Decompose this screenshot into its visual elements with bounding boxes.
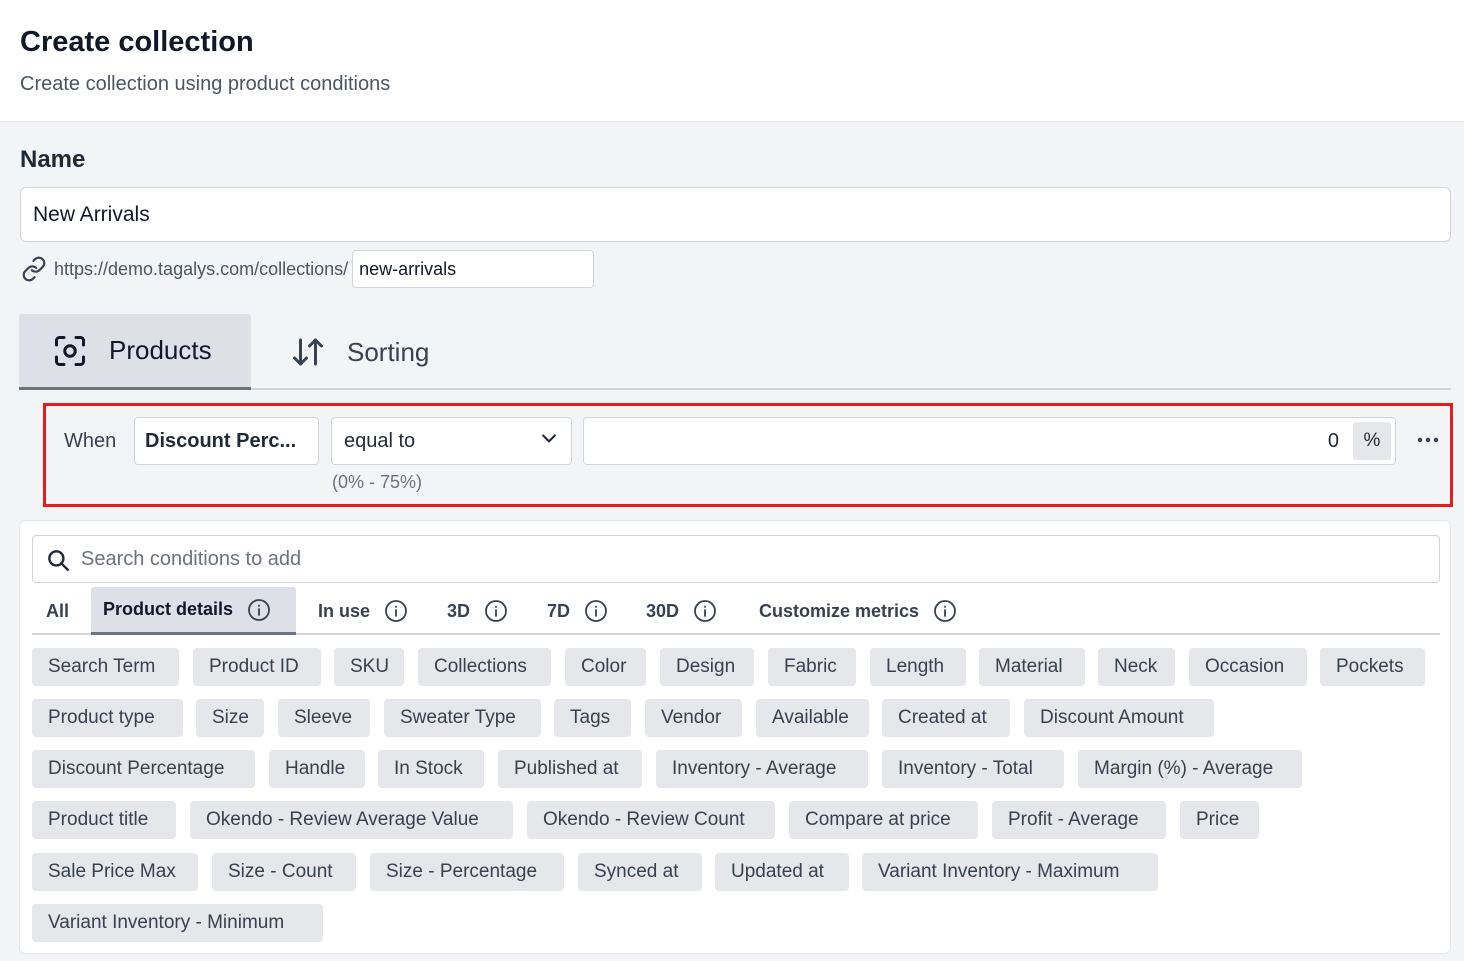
condition-chip[interactable]: Synced at [578, 853, 702, 891]
search-box [32, 535, 1440, 583]
condition-chip[interactable]: Variant Inventory - Maximum [862, 853, 1158, 891]
tab-products[interactable]: Products [19, 314, 251, 390]
condition-chip[interactable]: Margin (%) - Average [1078, 750, 1302, 788]
condition-chip[interactable]: Inventory - Total [882, 750, 1064, 788]
operator-value: equal to [344, 429, 416, 452]
condition-chip[interactable]: Okendo - Review Average Value [190, 801, 513, 839]
filter-tab-label: 3D [447, 600, 471, 621]
info-icon[interactable] [484, 599, 508, 623]
info-icon[interactable] [384, 599, 408, 623]
condition-chip[interactable]: Created at [882, 699, 1010, 737]
condition-chip[interactable]: Product title [32, 801, 176, 839]
info-icon[interactable] [933, 599, 957, 623]
info-icon[interactable] [693, 599, 717, 623]
filter-tab-label: Product details [103, 599, 234, 619]
condition-chip[interactable]: Size - Count [212, 853, 356, 891]
condition-chip[interactable]: Available [756, 699, 869, 737]
page-subtitle: Create collection using product conditio… [20, 73, 391, 95]
filter-tab-30d[interactable]: 30D [646, 587, 717, 635]
condition-chip[interactable]: Design [660, 648, 754, 686]
filter-tabs: All Product details In use 3D 7D 30D Cus… [32, 587, 1440, 635]
main-tabs: Products Sorting [19, 314, 1451, 390]
condition-chip[interactable]: Size - Percentage [370, 853, 564, 891]
info-icon[interactable] [584, 599, 608, 623]
condition-chip[interactable]: Okendo - Review Count [527, 801, 775, 839]
condition-chip[interactable]: In Stock [378, 750, 484, 788]
tab-products-label: Products [109, 335, 212, 365]
condition-chip[interactable]: Length [870, 648, 966, 686]
filter-tab-label: All [46, 600, 70, 621]
condition-chip[interactable]: Price [1180, 801, 1259, 839]
condition-chip[interactable]: Pockets [1320, 648, 1425, 686]
condition-chip[interactable]: Product type [32, 699, 183, 737]
condition-chip[interactable]: Handle [269, 750, 365, 788]
filter-tab-7d[interactable]: 7D [547, 587, 608, 635]
condition-chip[interactable]: Compare at price [789, 801, 978, 839]
filter-tab-label: In use [318, 600, 371, 621]
conditions-panel: All Product details In use 3D 7D 30D Cus… [19, 520, 1451, 954]
info-icon[interactable] [247, 598, 271, 622]
filter-tab-label: 30D [646, 600, 680, 621]
unit-badge: % [1353, 422, 1391, 460]
filter-tab-in-use[interactable]: In use [318, 587, 408, 635]
search-icon [45, 547, 71, 573]
url-row: https://demo.tagalys.com/collections/ [20, 250, 595, 288]
condition-chip[interactable]: Inventory - Average [656, 750, 868, 788]
condition-chip[interactable]: Product ID [193, 648, 321, 686]
condition-chip[interactable]: Color [565, 648, 646, 686]
search-input[interactable] [81, 536, 1421, 582]
sort-arrows-icon [289, 333, 327, 371]
condition-value-input[interactable]: 0 % [583, 417, 1396, 465]
condition-chip[interactable]: Search Term [32, 648, 179, 686]
link-icon [20, 255, 48, 283]
filter-tab-3d[interactable]: 3D [447, 587, 508, 635]
condition-chip[interactable]: Profit - Average [992, 801, 1166, 839]
when-label: When [64, 430, 117, 452]
name-label: Name [20, 146, 86, 173]
condition-chip[interactable]: Fabric [768, 648, 856, 686]
condition-chip[interactable]: Variant Inventory - Minimum [32, 904, 323, 942]
condition-chip[interactable]: Tags [554, 699, 631, 737]
condition-chip[interactable]: Neck [1098, 648, 1175, 686]
condition-chip[interactable]: Collections [418, 648, 551, 686]
url-prefix: https://demo.tagalys.com/collections/ [54, 258, 349, 279]
name-input[interactable] [20, 187, 1451, 242]
filter-tab-customize-metrics[interactable]: Customize metrics [759, 587, 957, 635]
page-title: Create collection [20, 26, 254, 58]
condition-chip[interactable]: Discount Percentage [32, 750, 255, 788]
more-options-icon[interactable] [1414, 428, 1442, 452]
filter-tab-all[interactable]: All [46, 587, 69, 635]
slug-input[interactable] [352, 250, 595, 288]
condition-chip[interactable]: Published at [498, 750, 642, 788]
tab-sorting-label: Sorting [347, 336, 430, 367]
filter-tab-product-details[interactable]: Product details [91, 587, 296, 635]
operator-select[interactable]: equal to [331, 417, 572, 465]
condition-field-button[interactable]: Discount Perc... [134, 417, 319, 465]
condition-chip[interactable]: Discount Amount [1024, 699, 1214, 737]
page-header: Create collection Create collection usin… [0, 0, 1464, 122]
condition-chip[interactable]: Size [196, 699, 264, 737]
tab-sorting[interactable]: Sorting [289, 314, 429, 390]
condition-chip[interactable]: Material [979, 648, 1085, 686]
condition-chip[interactable]: Sweater Type [384, 699, 541, 737]
condition-chip[interactable]: SKU [334, 648, 404, 686]
scan-icon [51, 332, 89, 370]
condition-chip[interactable]: Sale Price Max [32, 853, 198, 891]
filter-tab-label: Customize metrics [759, 600, 920, 621]
condition-chip[interactable]: Updated at [715, 853, 849, 891]
condition-row: When Discount Perc... equal to (0% - 75%… [43, 403, 1453, 507]
condition-chip[interactable]: Vendor [645, 699, 742, 737]
filter-tab-label: 7D [547, 600, 571, 621]
condition-chip[interactable]: Sleeve [278, 699, 370, 737]
condition-chip[interactable]: Occasion [1189, 648, 1307, 686]
range-hint: (0% - 75%) [332, 472, 423, 492]
chevron-down-icon [539, 428, 559, 454]
condition-value: 0 [1327, 430, 1339, 452]
